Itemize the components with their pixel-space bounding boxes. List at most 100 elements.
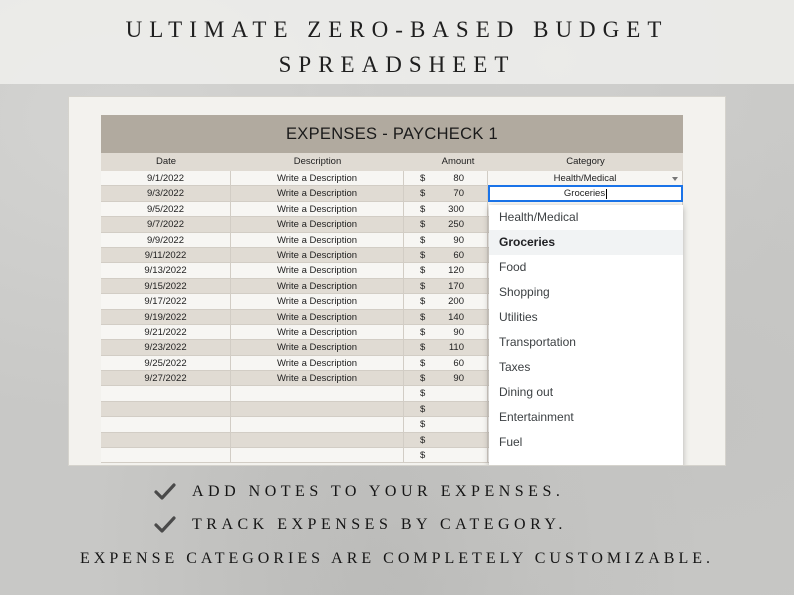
cell-description[interactable]: Write a Description [231,186,404,201]
cell-description[interactable]: Write a Description [231,247,404,263]
column-header-row: Date Description Amount Category [101,153,683,171]
cell-description[interactable]: Write a Description [231,340,404,355]
cell-date[interactable] [101,432,231,448]
cell-category[interactable]: Groceries [488,185,683,203]
cell-description[interactable] [231,386,404,401]
cell-date[interactable]: 9/27/2022 [101,371,231,386]
amount-value: 70 [453,188,464,200]
table-row: 9/3/2022 Write a Description $70 Groceries [101,185,683,203]
cell-date[interactable]: 9/9/2022 [101,232,231,247]
cell-description[interactable]: Write a Description [231,309,404,324]
cell-amount[interactable]: $60 [404,247,488,263]
cell-amount[interactable]: $90 [404,371,488,386]
cell-description[interactable]: Write a Description [231,232,404,247]
currency-symbol: $ [420,434,426,446]
dropdown-arrow-icon[interactable] [672,177,678,181]
cell-amount[interactable]: $90 [404,232,488,247]
cell-amount[interactable]: $70 [404,186,488,201]
cell-date[interactable]: 9/5/2022 [101,201,231,217]
currency-symbol: $ [420,342,426,354]
text-cursor [606,188,608,199]
dropdown-option[interactable]: Taxes [489,355,683,380]
cell-date[interactable] [101,448,231,463]
cell-date[interactable]: 9/11/2022 [101,247,231,263]
cell-date[interactable]: 9/21/2022 [101,324,231,340]
amount-value: 200 [448,296,464,308]
currency-symbol: $ [420,234,426,246]
category-value: Health/Medical [553,173,617,184]
cell-amount[interactable]: $60 [404,355,488,371]
dropdown-option[interactable]: Dining out [489,380,683,405]
cell-description[interactable]: Write a Description [231,355,404,371]
cell-amount[interactable]: $ [404,401,488,417]
currency-symbol: $ [420,403,426,415]
dropdown-options: Health/Medical Groceries Food Shopping Utili… [489,205,683,455]
cell-description[interactable]: Write a Description [231,201,404,217]
cell-description[interactable] [231,448,404,463]
cell-date[interactable]: 9/15/2022 [101,278,231,294]
cell-description[interactable]: Write a Description [231,371,404,386]
cell-amount[interactable]: $200 [404,294,488,309]
dropdown-option[interactable]: Transportation [489,330,683,355]
currency-symbol: $ [420,419,426,431]
cell-date[interactable]: 9/25/2022 [101,355,231,371]
header-date: Date [155,156,177,167]
amount-value: 300 [448,203,464,215]
feature-track-category: TRACK EXPENSES BY CATEGORY. [192,516,567,533]
dropdown-option[interactable]: Utilities [489,305,683,330]
category-edit-input[interactable]: Groceries [488,185,683,203]
dropdown-option[interactable]: Groceries [489,230,683,255]
cell-amount[interactable]: $90 [404,324,488,340]
cell-category[interactable]: Health/Medical [488,171,683,186]
cell-date[interactable] [101,401,231,417]
cell-description[interactable]: Write a Description [231,278,404,294]
cell-description[interactable]: Write a Description [231,217,404,232]
cell-date[interactable] [101,417,231,432]
cell-amount[interactable]: $140 [404,309,488,324]
cell-description[interactable] [231,401,404,417]
currency-symbol: $ [420,219,426,231]
cell-amount[interactable]: $ [404,448,488,463]
category-dropdown-menu[interactable]: Health/Medical Groceries Food Shopping Utili… [489,205,683,465]
cell-date[interactable]: 9/1/2022 [101,171,231,186]
cell-date[interactable]: 9/17/2022 [101,294,231,309]
amount-value: 60 [453,249,464,261]
amount-value: 90 [453,326,464,338]
currency-symbol: $ [420,450,426,462]
cell-date[interactable] [101,386,231,401]
currency-symbol: $ [420,373,426,385]
cell-description[interactable]: Write a Description [231,324,404,340]
cell-amount[interactable]: $ [404,432,488,448]
dropdown-option[interactable]: Shopping [489,280,683,305]
amount-value: 80 [453,173,464,184]
currency-symbol: $ [420,357,426,369]
cell-amount[interactable]: $120 [404,263,488,278]
currency-symbol: $ [420,296,426,308]
cell-date[interactable]: 9/13/2022 [101,263,231,278]
dropdown-option[interactable]: Fuel [489,430,683,455]
cell-amount[interactable]: $170 [404,278,488,294]
cell-amount[interactable]: $110 [404,340,488,355]
cell-date[interactable]: 9/3/2022 [101,186,231,201]
cell-amount[interactable]: $250 [404,217,488,232]
feature-customizable: EXPENSE CATEGORIES ARE COMPLETELY CUSTOM… [80,550,714,567]
cell-date[interactable]: 9/23/2022 [101,340,231,355]
currency-symbol: $ [420,388,426,400]
dropdown-option[interactable]: Entertainment [489,405,683,430]
cell-description[interactable] [231,432,404,448]
cell-description[interactable]: Write a Description [231,294,404,309]
cell-description[interactable] [231,417,404,432]
cell-amount[interactable]: $ [404,417,488,432]
cell-date[interactable]: 9/19/2022 [101,309,231,324]
category-input-text: Groceries [563,188,606,200]
dropdown-option[interactable]: Food [489,255,683,280]
cell-description[interactable]: Write a Description [231,263,404,278]
cell-date[interactable]: 9/7/2022 [101,217,231,232]
cell-amount[interactable]: $ [404,386,488,401]
cell-description[interactable]: Write a Description [231,171,404,186]
dropdown-option[interactable]: Health/Medical [489,205,683,230]
currency-symbol: $ [420,173,426,184]
cell-amount[interactable]: $300 [404,201,488,217]
amount-value: 250 [448,219,464,231]
cell-amount[interactable]: $80 [404,171,488,186]
